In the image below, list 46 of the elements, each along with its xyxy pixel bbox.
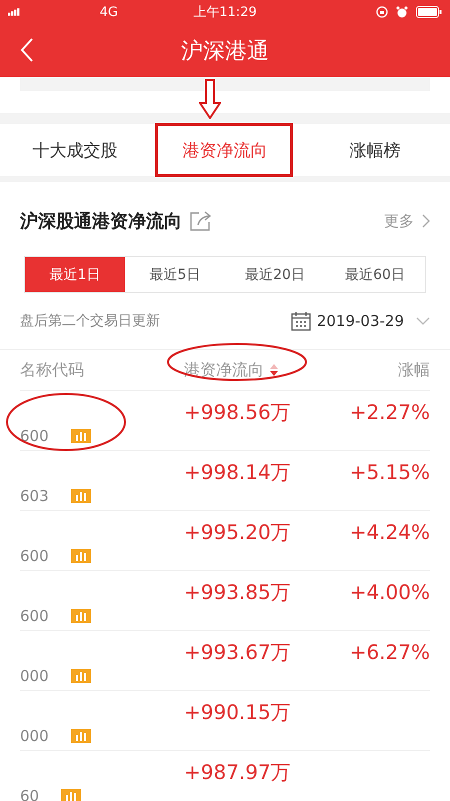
bar-chart-icon[interactable]	[70, 729, 91, 743]
share-icon[interactable]	[190, 211, 212, 231]
period-tab[interactable]: 最近1日	[25, 257, 125, 292]
battery-icon	[416, 6, 442, 18]
bar-chart-icon[interactable]	[70, 609, 91, 623]
stock-code: 60	[20, 787, 40, 801]
change-value: +2.27%	[348, 399, 430, 425]
rotation-lock-icon	[376, 6, 388, 18]
network-type: 4G	[100, 4, 118, 20]
net-flow-value: +995.20万	[183, 519, 292, 545]
chevron-down-icon[interactable]	[416, 317, 430, 325]
stock-code: 000	[20, 727, 49, 745]
stock-code: 600	[20, 427, 49, 445]
net-flow-value: +998.14万	[183, 459, 292, 485]
annotation-arrow	[199, 79, 221, 119]
change-value: +4.00%	[348, 579, 430, 605]
bar-chart-icon[interactable]	[70, 549, 91, 563]
change-value: +6.27%	[348, 639, 430, 665]
bar-chart-icon[interactable]	[70, 489, 91, 503]
clock-time: 上午11:29	[193, 4, 257, 21]
date-value[interactable]: 2019-03-29	[316, 312, 404, 330]
stock-code: 000	[20, 667, 49, 685]
net-flow-value: +993.85万	[183, 579, 292, 605]
calendar-icon[interactable]	[290, 311, 311, 331]
stock-code: 600	[20, 607, 49, 625]
stock-code: 603	[20, 487, 49, 505]
stock-code: 600	[20, 547, 49, 565]
change-value: +5.15%	[348, 459, 430, 485]
signal-icon	[8, 7, 22, 17]
alarm-icon	[396, 6, 408, 18]
net-flow-value: +993.67万	[183, 639, 292, 665]
section-title: 沪深股通港资净流向	[20, 210, 182, 233]
bar-chart-icon[interactable]	[70, 429, 91, 443]
update-note: 盘后第二个交易日更新	[20, 312, 160, 330]
chevron-right-icon	[422, 214, 430, 228]
back-icon[interactable]	[20, 38, 34, 62]
change-value: +4.24%	[348, 519, 430, 545]
bar-chart-icon[interactable]	[61, 789, 82, 801]
net-flow-value: +987.97万	[183, 759, 292, 785]
sort-icon[interactable]	[270, 364, 278, 376]
page-title: 沪深港通	[181, 38, 269, 66]
net-flow-value: +998.56万	[183, 399, 292, 425]
bar-chart-icon[interactable]	[70, 669, 91, 683]
column-header: 名称代码	[20, 360, 85, 380]
net-flow-value: +990.15万	[183, 699, 292, 725]
column-header: 涨幅	[397, 360, 430, 380]
